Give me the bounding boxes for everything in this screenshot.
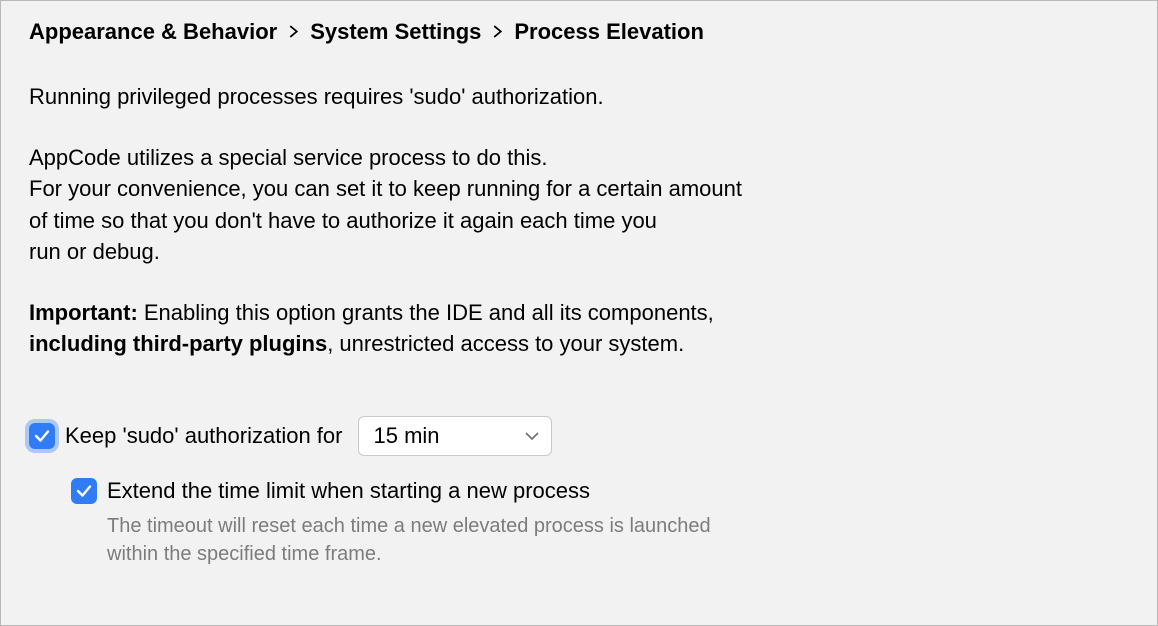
chevron-right-icon [493,22,502,43]
description-line: run or debug. [29,236,1129,267]
duration-select-value: 15 min [373,423,439,449]
extend-checkbox[interactable] [71,478,97,504]
description-block: Running privileged processes requires 's… [29,81,1129,360]
chevron-down-icon [525,431,539,441]
keep-sudo-checkbox[interactable] [29,423,55,449]
important-text: , unrestricted access to your system. [327,331,684,356]
extend-row: Extend the time limit when starting a ne… [71,478,1129,504]
description-line: of time so that you don't have to author… [29,205,1129,236]
hint-line: within the specified time frame. [107,540,1129,568]
form-block: Keep 'sudo' authorization for 15 min Ext… [29,416,1129,568]
description-line: Running privileged processes requires 's… [29,81,1129,112]
important-label: Important: [29,300,138,325]
breadcrumb-level-2[interactable]: System Settings [310,19,481,45]
breadcrumb-level-1[interactable]: Appearance & Behavior [29,19,277,45]
keep-sudo-row: Keep 'sudo' authorization for 15 min [29,416,1129,456]
breadcrumb-level-3: Process Elevation [514,19,704,45]
description-line: AppCode utilizes a special service proce… [29,142,1129,173]
keep-sudo-label: Keep 'sudo' authorization for [65,423,342,449]
duration-select[interactable]: 15 min [358,416,552,456]
important-bold: including third-party plugins [29,331,327,356]
description-important-line: Important: Enabling this option grants t… [29,297,1129,328]
important-text: Enabling this option grants the IDE and … [138,300,714,325]
extend-label: Extend the time limit when starting a ne… [107,478,590,504]
extend-hint: The timeout will reset each time a new e… [107,512,1129,568]
chevron-right-icon [289,22,298,43]
hint-line: The timeout will reset each time a new e… [107,512,1129,540]
description-important-line: including third-party plugins, unrestric… [29,328,1129,359]
description-line: For your convenience, you can set it to … [29,173,1129,204]
breadcrumb: Appearance & Behavior System Settings Pr… [29,19,1129,45]
settings-panel: Appearance & Behavior System Settings Pr… [0,0,1158,626]
